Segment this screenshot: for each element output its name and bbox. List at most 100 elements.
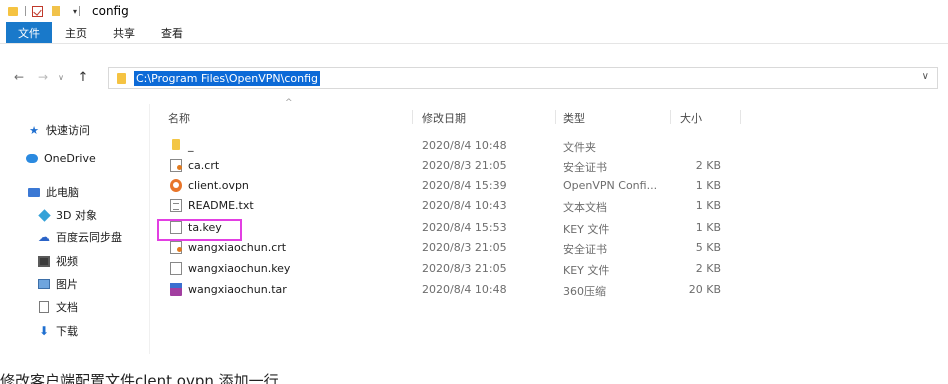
navigation-pane: ★ 快速访问 OneDrive 此电脑 3D 对象 ☁ 百度云同步盘 视频 图片… <box>0 104 150 354</box>
sort-ascending-icon: ^ <box>285 98 293 108</box>
certificate-icon <box>170 159 182 172</box>
file-type: 安全证书 <box>563 243 607 256</box>
tab-view[interactable]: 查看 <box>148 22 196 43</box>
column-divider[interactable] <box>555 110 556 124</box>
file-row[interactable]: wangxiaochun.key 2020/8/3 21:05 KEY 文件 2… <box>150 259 948 279</box>
sidebar-item-onedrive[interactable]: OneDrive <box>26 152 96 165</box>
column-header-size[interactable]: 大小 <box>680 110 702 126</box>
sidebar-item-this-pc[interactable]: 此电脑 <box>28 184 79 200</box>
file-date: 2020/8/3 21:05 <box>422 159 507 172</box>
sidebar-item-label: 文档 <box>56 301 78 314</box>
file-name: _ <box>188 139 194 152</box>
window-title: config <box>92 4 129 18</box>
file-name: wangxiaochun.key <box>188 262 291 275</box>
file-row[interactable]: README.txt 2020/8/4 10:43 文本文档 1 KB <box>150 196 948 216</box>
column-divider[interactable] <box>670 110 671 124</box>
sidebar-item-3d-objects[interactable]: 3D 对象 <box>37 207 97 223</box>
sidebar-item-baidu-sync[interactable]: ☁ 百度云同步盘 <box>38 229 122 245</box>
title-bar: ▾ config <box>0 0 948 22</box>
column-header-date[interactable]: 修改日期 <box>422 110 466 126</box>
sidebar-item-label: 快速访问 <box>46 124 90 137</box>
sidebar-item-label: 下载 <box>56 325 78 338</box>
file-size: 1 KB <box>695 221 721 234</box>
folder-icon <box>117 72 126 84</box>
file-date: 2020/8/4 15:39 <box>422 179 507 192</box>
caption-text: 修改客户端配置文件clent.ovpn 添加一行 <box>0 372 279 384</box>
sidebar-item-label: 3D 对象 <box>56 209 97 222</box>
file-type: KEY 文件 <box>563 223 610 236</box>
file-type: 文本文档 <box>563 201 607 214</box>
file-row[interactable]: ta.key 2020/8/4 15:53 KEY 文件 1 KB <box>150 218 948 238</box>
file-row[interactable]: client.ovpn 2020/8/4 15:39 OpenVPN Confi… <box>150 176 948 196</box>
file-name: client.ovpn <box>188 179 249 192</box>
column-header-name[interactable]: 名称 <box>168 110 190 126</box>
file-name: ca.crt <box>188 159 220 172</box>
sidebar-item-pictures[interactable]: 图片 <box>38 276 78 292</box>
recent-locations-chevron-icon[interactable]: ∨ <box>52 73 70 82</box>
file-row[interactable]: ca.crt 2020/8/3 21:05 安全证书 2 KB <box>150 156 948 176</box>
file-size: 2 KB <box>695 159 721 172</box>
up-arrow-icon[interactable]: ↑ <box>74 70 92 85</box>
file-date: 2020/8/3 21:05 <box>422 262 507 275</box>
file-name: wangxiaochun.crt <box>188 241 287 254</box>
download-icon: ⬇ <box>38 324 50 338</box>
sidebar-item-quick-access[interactable]: ★ 快速访问 <box>28 122 90 138</box>
file-row[interactable]: wangxiaochun.tar 2020/8/4 10:48 360压缩 20… <box>150 280 948 300</box>
sidebar-item-label: 百度云同步盘 <box>56 231 122 244</box>
file-name: README.txt <box>188 199 254 212</box>
sidebar-item-label: 视频 <box>56 255 78 268</box>
file-type: KEY 文件 <box>563 264 610 277</box>
column-divider[interactable] <box>740 110 741 124</box>
address-history-chevron-icon[interactable]: ∨ <box>922 71 929 82</box>
sidebar-item-documents[interactable]: 文档 <box>38 299 78 315</box>
sidebar-item-videos[interactable]: 视频 <box>38 253 78 269</box>
file-size: 1 KB <box>695 179 721 192</box>
star-icon: ★ <box>29 123 39 137</box>
file-type: 文件夹 <box>563 141 596 154</box>
divider <box>25 6 26 16</box>
openvpn-icon <box>170 179 182 192</box>
tab-file[interactable]: 文件 <box>6 22 52 43</box>
tab-share[interactable]: 共享 <box>100 22 148 43</box>
blank-file-icon <box>170 262 182 275</box>
document-icon <box>38 301 50 313</box>
file-type: OpenVPN Confi... <box>563 179 658 192</box>
file-row[interactable]: _ 2020/8/4 10:48 文件夹 <box>150 136 948 156</box>
picture-icon <box>38 278 50 290</box>
divider <box>79 6 81 16</box>
file-type: 安全证书 <box>563 161 607 174</box>
certificate-icon <box>170 241 182 254</box>
sidebar-item-downloads[interactable]: ⬇ 下载 <box>38 323 78 339</box>
file-name: wangxiaochun.tar <box>188 283 287 296</box>
customize-toolbar-dropdown-icon[interactable]: ▾ <box>73 7 77 16</box>
sidebar-item-label: 此电脑 <box>46 186 79 199</box>
sidebar-item-label: 图片 <box>56 278 78 291</box>
file-date: 2020/8/4 10:43 <box>422 199 507 212</box>
address-bar[interactable]: C:\Program Files\OpenVPN\config ∨ <box>108 67 938 89</box>
folder-icon <box>172 139 180 150</box>
tab-home[interactable]: 主页 <box>52 22 100 43</box>
new-folder-icon[interactable] <box>52 6 60 16</box>
file-size: 20 KB <box>688 283 721 296</box>
cube-icon <box>37 208 51 222</box>
back-arrow-icon[interactable]: ← <box>10 70 28 84</box>
highlight-box <box>157 219 242 241</box>
file-size: 5 KB <box>695 241 721 254</box>
baidu-icon: ☁ <box>38 230 50 244</box>
computer-icon <box>28 186 40 198</box>
ribbon-tabs: 文件 主页 共享 查看 <box>0 22 948 44</box>
forward-arrow-icon[interactable]: → <box>34 70 52 84</box>
file-list: ^ 名称 修改日期 类型 大小 _ 2020/8/4 10:48 文件夹 ca.… <box>150 98 948 358</box>
text-file-icon <box>170 199 182 212</box>
video-icon <box>38 255 50 267</box>
archive-icon <box>170 283 182 296</box>
file-date: 2020/8/4 10:48 <box>422 283 507 296</box>
properties-check-icon[interactable] <box>32 5 43 17</box>
sidebar-item-label: OneDrive <box>44 152 96 165</box>
column-divider[interactable] <box>412 110 413 124</box>
file-row[interactable]: wangxiaochun.crt 2020/8/3 21:05 安全证书 5 K… <box>150 238 948 258</box>
folder-icon <box>8 6 18 16</box>
file-type: 360压缩 <box>563 285 606 298</box>
address-path[interactable]: C:\Program Files\OpenVPN\config <box>134 70 320 86</box>
column-header-type[interactable]: 类型 <box>563 110 585 126</box>
